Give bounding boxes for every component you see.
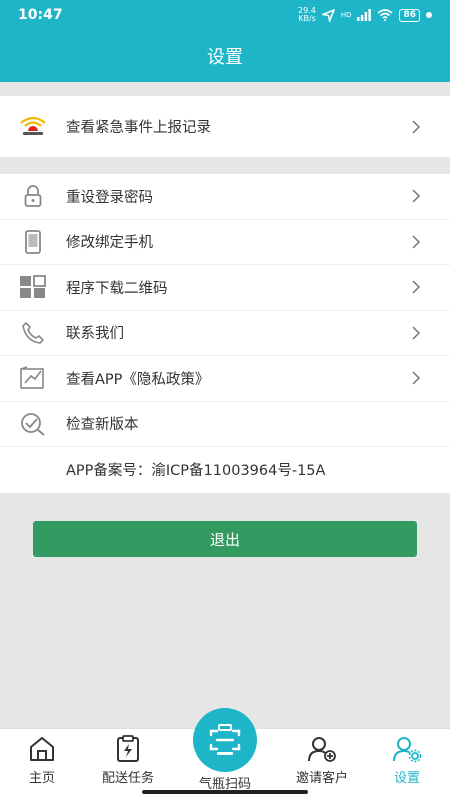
alarm-light-icon bbox=[16, 112, 50, 142]
menu-item-label: 重设登录密码 bbox=[66, 189, 153, 206]
settings-group: 重设登录密码 修改绑定手机 程序下载二维码 联系我们 查看APP《隐私政策》 检 bbox=[0, 174, 450, 493]
tab-label: 设置 bbox=[393, 771, 420, 786]
menu-item-check-version[interactable]: 检查新版本 bbox=[0, 402, 450, 447]
user-gear-icon bbox=[393, 737, 422, 763]
chevron-right-icon bbox=[412, 235, 421, 249]
menu-item-label: 修改绑定手机 bbox=[66, 235, 153, 252]
menu-item-label: 查看APP《隐私政策》 bbox=[66, 371, 210, 388]
notification-dot bbox=[426, 12, 432, 18]
signal-icon bbox=[357, 9, 372, 21]
tab-settings[interactable]: 设置 bbox=[367, 735, 447, 786]
phone-icon bbox=[16, 227, 50, 257]
add-user-icon bbox=[308, 737, 336, 762]
chevron-right-icon bbox=[412, 119, 421, 134]
scan-icon bbox=[209, 724, 241, 755]
telephone-icon bbox=[16, 318, 50, 348]
check-magnifier-icon bbox=[16, 409, 50, 439]
tab-label: 邀请客户 bbox=[295, 771, 348, 786]
chevron-right-icon bbox=[412, 371, 421, 385]
home-icon bbox=[30, 737, 54, 761]
qr-grid-icon bbox=[16, 272, 50, 302]
menu-item-download-qrcode[interactable]: 程序下载二维码 bbox=[0, 265, 450, 311]
hd-label: HD bbox=[340, 11, 352, 19]
tab-label: 配送任务 bbox=[101, 771, 154, 786]
logout-button[interactable]: 退出 bbox=[33, 521, 417, 557]
chevron-right-icon bbox=[412, 189, 421, 203]
menu-item-contact-us[interactable]: 联系我们 bbox=[0, 311, 450, 356]
scan-button[interactable] bbox=[193, 708, 257, 772]
icp-record-text: APP备案号：渝ICP备11003964号-15A bbox=[66, 463, 326, 480]
network-speed: 29.4 KB/s bbox=[298, 6, 316, 23]
tab-delivery-tasks[interactable]: 配送任务 bbox=[88, 735, 168, 786]
home-indicator[interactable] bbox=[142, 790, 308, 794]
menu-item-change-phone[interactable]: 修改绑定手机 bbox=[0, 220, 450, 265]
status-icons: 29.4 KB/s HD 86 bbox=[298, 7, 432, 23]
wifi-icon bbox=[377, 9, 393, 21]
menu-item-label: 检查新版本 bbox=[66, 417, 139, 434]
location-arrow-icon bbox=[321, 8, 335, 22]
battery-indicator: 86 bbox=[399, 8, 420, 22]
menu-item-emergency-records[interactable]: 查看紧急事件上报记录 bbox=[0, 96, 450, 157]
title-bar: 设置 bbox=[0, 30, 450, 82]
menu-item-privacy-policy[interactable]: 查看APP《隐私政策》 bbox=[0, 356, 450, 402]
menu-item-label: 联系我们 bbox=[66, 326, 124, 343]
menu-item-label: 查看紧急事件上报记录 bbox=[66, 120, 211, 136]
menu-item-reset-password[interactable]: 重设登录密码 bbox=[0, 174, 450, 220]
policy-icon bbox=[16, 363, 50, 393]
icp-record-row: APP备案号：渝ICP备11003964号-15A bbox=[0, 447, 450, 493]
chevron-right-icon bbox=[412, 326, 421, 340]
page-title: 设置 bbox=[207, 47, 243, 68]
menu-item-label: 程序下载二维码 bbox=[66, 280, 168, 297]
tab-cylinder-scan[interactable]: 气瓶扫码 bbox=[185, 769, 265, 792]
tab-home[interactable]: 主页 bbox=[2, 735, 82, 786]
clipboard-bolt-icon bbox=[117, 735, 139, 762]
tab-invite-customer[interactable]: 邀请客户 bbox=[282, 735, 362, 786]
status-bar: 10:47 29.4 KB/s HD 86 bbox=[0, 0, 450, 30]
emergency-group: 查看紧急事件上报记录 bbox=[0, 96, 450, 157]
chevron-right-icon bbox=[412, 280, 421, 294]
lock-icon bbox=[16, 181, 50, 211]
tab-label: 主页 bbox=[28, 771, 55, 786]
status-time: 10:47 bbox=[18, 7, 63, 23]
